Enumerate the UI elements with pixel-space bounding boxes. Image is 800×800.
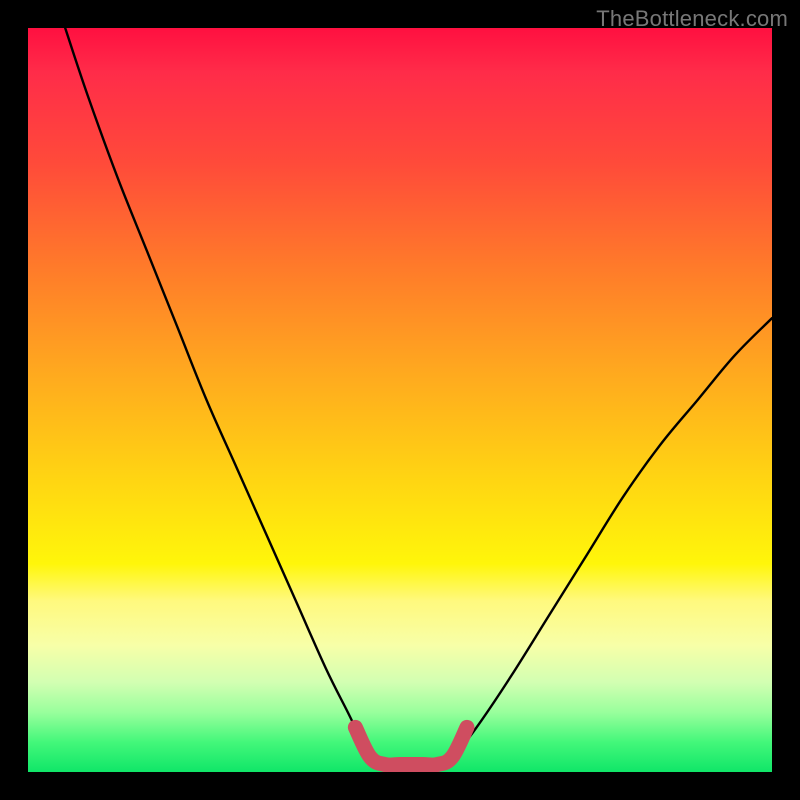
chart-svg <box>28 28 772 772</box>
right-curve <box>445 318 772 764</box>
accent-band <box>355 727 467 765</box>
plot-area <box>28 28 772 772</box>
chart-stage: TheBottleneck.com <box>0 0 800 800</box>
left-curve <box>65 28 377 765</box>
